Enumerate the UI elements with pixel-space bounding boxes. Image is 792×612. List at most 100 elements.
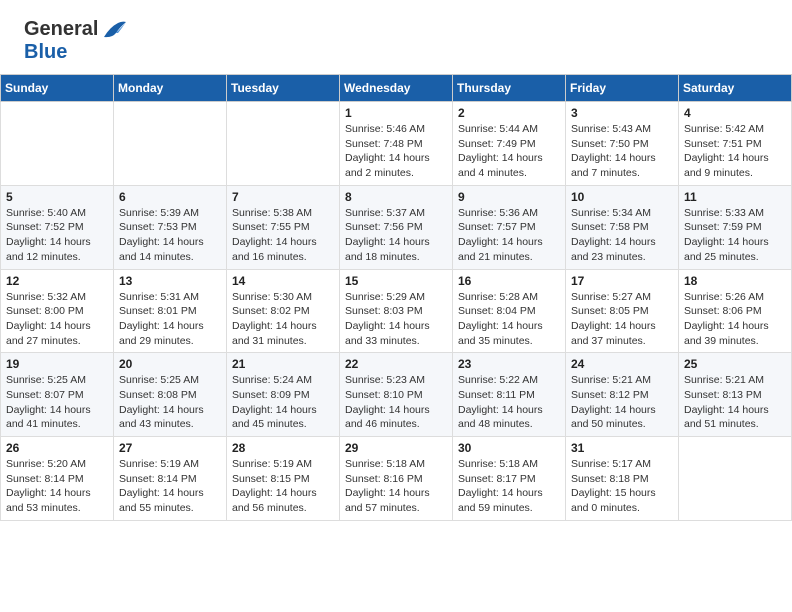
day-number: 17 <box>571 274 673 288</box>
calendar-week-row: 12 Sunrise: 5:32 AMSunset: 8:00 PMDayligh… <box>1 269 792 353</box>
calendar-day-13: 13 Sunrise: 5:31 AMSunset: 8:01 PMDayligh… <box>114 269 227 353</box>
day-number: 25 <box>684 357 786 371</box>
day-number: 3 <box>571 106 673 120</box>
day-info: Sunrise: 5:28 AMSunset: 8:04 PMDaylight:… <box>458 290 560 349</box>
day-number: 1 <box>345 106 447 120</box>
calendar-table: SundayMondayTuesdayWednesdayThursdayFrid… <box>0 74 792 521</box>
logo-blue-text: Blue <box>24 41 67 64</box>
day-number: 19 <box>6 357 108 371</box>
day-number: 26 <box>6 441 108 455</box>
calendar-week-row: 5Sunrise: 5:40 AMSunset: 7:52 PMDaylight… <box>1 185 792 269</box>
day-info: Sunrise: 5:21 AMSunset: 8:13 PMDaylight:… <box>684 373 786 432</box>
calendar-day-7: 7 Sunrise: 5:38 AMSunset: 7:55 PMDaylight… <box>227 185 340 269</box>
day-number: 21 <box>232 357 334 371</box>
calendar-day-4: 4 Sunrise: 5:42 AMSunset: 7:51 PMDaylight… <box>679 102 792 186</box>
header: General Blue <box>0 0 792 74</box>
calendar-empty-cell <box>227 102 340 186</box>
calendar-day-17: 17 Sunrise: 5:27 AMSunset: 8:05 PMDayligh… <box>566 269 679 353</box>
calendar-day-25: 25 Sunrise: 5:21 AMSunset: 8:13 PMDayligh… <box>679 353 792 437</box>
calendar-week-row: 1Sunrise: 5:46 AMSunset: 7:48 PMDaylight… <box>1 102 792 186</box>
day-info: Sunrise: 5:34 AMSunset: 7:58 PMDaylight:… <box>571 206 673 265</box>
calendar-day-9: 9Sunrise: 5:36 AMSunset: 7:57 PMDaylight… <box>453 185 566 269</box>
day-info: Sunrise: 5:27 AMSunset: 8:05 PMDaylight:… <box>571 290 673 349</box>
calendar-week-row: 26 Sunrise: 5:20 AMSunset: 8:14 PMDayligh… <box>1 437 792 521</box>
logo: General Blue <box>24 18 128 64</box>
day-info: Sunrise: 5:31 AMSunset: 8:01 PMDaylight:… <box>119 290 221 349</box>
day-info: Sunrise: 5:37 AMSunset: 7:56 PMDaylight:… <box>345 206 447 265</box>
day-info: Sunrise: 5:43 AMSunset: 7:50 PMDaylight:… <box>571 122 673 181</box>
calendar-day-15: 15 Sunrise: 5:29 AMSunset: 8:03 PMDayligh… <box>340 269 453 353</box>
day-info: Sunrise: 5:18 AMSunset: 8:16 PMDaylight:… <box>345 457 447 516</box>
day-number: 6 <box>119 190 221 204</box>
calendar-day-14: 14Sunrise: 5:30 AMSunset: 8:02 PMDayligh… <box>227 269 340 353</box>
day-info: Sunrise: 5:26 AMSunset: 8:06 PMDaylight:… <box>684 290 786 349</box>
calendar-empty-cell <box>114 102 227 186</box>
day-number: 8 <box>345 190 447 204</box>
day-info: Sunrise: 5:22 AMSunset: 8:11 PMDaylight:… <box>458 373 560 432</box>
calendar-day-21: 21 Sunrise: 5:24 AMSunset: 8:09 PMDayligh… <box>227 353 340 437</box>
day-info: Sunrise: 5:40 AMSunset: 7:52 PMDaylight:… <box>6 206 108 265</box>
day-info: Sunrise: 5:38 AMSunset: 7:55 PMDaylight:… <box>232 206 334 265</box>
day-number: 12 <box>6 274 108 288</box>
calendar-day-28: 28 Sunrise: 5:19 AMSunset: 8:15 PMDayligh… <box>227 437 340 521</box>
calendar-day-29: 29Sunrise: 5:18 AMSunset: 8:16 PMDayligh… <box>340 437 453 521</box>
calendar-day-11: 11 Sunrise: 5:33 AMSunset: 7:59 PMDayligh… <box>679 185 792 269</box>
day-info: Sunrise: 5:23 AMSunset: 8:10 PMDaylight:… <box>345 373 447 432</box>
day-number: 11 <box>684 190 786 204</box>
calendar-day-1: 1Sunrise: 5:46 AMSunset: 7:48 PMDaylight… <box>340 102 453 186</box>
day-number: 7 <box>232 190 334 204</box>
day-number: 27 <box>119 441 221 455</box>
calendar-day-5: 5Sunrise: 5:40 AMSunset: 7:52 PMDaylight… <box>1 185 114 269</box>
weekday-header-sunday: Sunday <box>1 75 114 102</box>
calendar-day-16: 16 Sunrise: 5:28 AMSunset: 8:04 PMDayligh… <box>453 269 566 353</box>
day-info: Sunrise: 5:18 AMSunset: 8:17 PMDaylight:… <box>458 457 560 516</box>
calendar-day-8: 8 Sunrise: 5:37 AMSunset: 7:56 PMDaylight… <box>340 185 453 269</box>
calendar-empty-cell <box>1 102 114 186</box>
day-number: 22 <box>345 357 447 371</box>
day-number: 4 <box>684 106 786 120</box>
day-number: 16 <box>458 274 560 288</box>
day-info: Sunrise: 5:19 AMSunset: 8:15 PMDaylight:… <box>232 457 334 516</box>
calendar-day-20: 20Sunrise: 5:25 AMSunset: 8:08 PMDayligh… <box>114 353 227 437</box>
day-number: 10 <box>571 190 673 204</box>
day-number: 13 <box>119 274 221 288</box>
calendar-day-10: 10 Sunrise: 5:34 AMSunset: 7:58 PMDayligh… <box>566 185 679 269</box>
day-number: 28 <box>232 441 334 455</box>
day-number: 31 <box>571 441 673 455</box>
day-number: 20 <box>119 357 221 371</box>
calendar-day-23: 23 Sunrise: 5:22 AMSunset: 8:11 PMDayligh… <box>453 353 566 437</box>
calendar-week-row: 19 Sunrise: 5:25 AMSunset: 8:07 PMDayligh… <box>1 353 792 437</box>
weekday-header-wednesday: Wednesday <box>340 75 453 102</box>
day-info: Sunrise: 5:44 AMSunset: 7:49 PMDaylight:… <box>458 122 560 181</box>
calendar-day-31: 31 Sunrise: 5:17 AMSunset: 8:18 PMDayligh… <box>566 437 679 521</box>
day-info: Sunrise: 5:25 AMSunset: 8:07 PMDaylight:… <box>6 373 108 432</box>
day-info: Sunrise: 5:19 AMSunset: 8:14 PMDaylight:… <box>119 457 221 516</box>
calendar-day-2: 2 Sunrise: 5:44 AMSunset: 7:49 PMDaylight… <box>453 102 566 186</box>
calendar-empty-cell <box>679 437 792 521</box>
day-info: Sunrise: 5:39 AMSunset: 7:53 PMDaylight:… <box>119 206 221 265</box>
day-number: 23 <box>458 357 560 371</box>
calendar-header-row: SundayMondayTuesdayWednesdayThursdayFrid… <box>1 75 792 102</box>
calendar-day-27: 27 Sunrise: 5:19 AMSunset: 8:14 PMDayligh… <box>114 437 227 521</box>
weekday-header-thursday: Thursday <box>453 75 566 102</box>
day-info: Sunrise: 5:32 AMSunset: 8:00 PMDaylight:… <box>6 290 108 349</box>
calendar-day-3: 3 Sunrise: 5:43 AMSunset: 7:50 PMDaylight… <box>566 102 679 186</box>
day-info: Sunrise: 5:30 AMSunset: 8:02 PMDaylight:… <box>232 290 334 349</box>
day-number: 15 <box>345 274 447 288</box>
calendar-day-6: 6 Sunrise: 5:39 AMSunset: 7:53 PMDaylight… <box>114 185 227 269</box>
weekday-header-friday: Friday <box>566 75 679 102</box>
day-info: Sunrise: 5:29 AMSunset: 8:03 PMDaylight:… <box>345 290 447 349</box>
weekday-header-monday: Monday <box>114 75 227 102</box>
day-info: Sunrise: 5:20 AMSunset: 8:14 PMDaylight:… <box>6 457 108 516</box>
day-info: Sunrise: 5:21 AMSunset: 8:12 PMDaylight:… <box>571 373 673 432</box>
day-info: Sunrise: 5:33 AMSunset: 7:59 PMDaylight:… <box>684 206 786 265</box>
weekday-header-tuesday: Tuesday <box>227 75 340 102</box>
day-info: Sunrise: 5:24 AMSunset: 8:09 PMDaylight:… <box>232 373 334 432</box>
calendar-day-30: 30 Sunrise: 5:18 AMSunset: 8:17 PMDayligh… <box>453 437 566 521</box>
day-number: 30 <box>458 441 560 455</box>
calendar-day-19: 19 Sunrise: 5:25 AMSunset: 8:07 PMDayligh… <box>1 353 114 437</box>
day-info: Sunrise: 5:17 AMSunset: 8:18 PMDaylight:… <box>571 457 673 516</box>
day-info: Sunrise: 5:42 AMSunset: 7:51 PMDaylight:… <box>684 122 786 181</box>
day-info: Sunrise: 5:36 AMSunset: 7:57 PMDaylight:… <box>458 206 560 265</box>
day-number: 2 <box>458 106 560 120</box>
